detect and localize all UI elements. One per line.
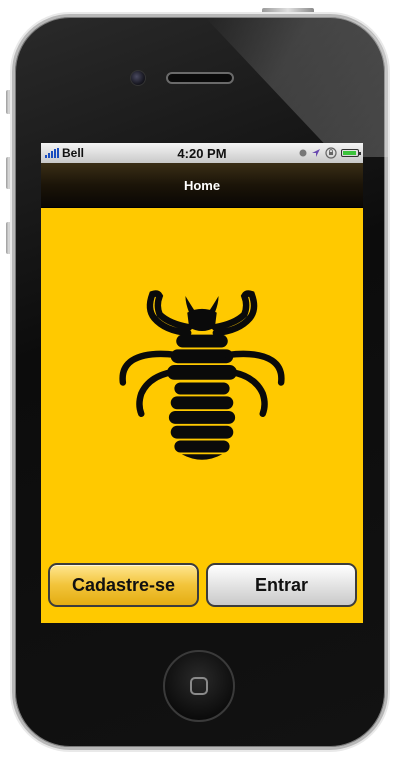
main-content: Cadastre-se Entrar (41, 208, 363, 623)
home-button[interactable] (163, 650, 235, 722)
navigation-bar: Home (41, 163, 363, 208)
home-square-icon (190, 677, 208, 695)
location-arrow-icon (311, 149, 320, 157)
register-button[interactable]: Cadastre-se (48, 563, 199, 607)
orientation-lock-icon (325, 147, 337, 159)
status-bar: Bell 4:20 PM (41, 143, 363, 163)
page-title: Home (183, 177, 221, 193)
sync-icon (299, 149, 307, 157)
battery-level-fill (342, 151, 356, 155)
phone-screen: Bell 4:20 PM Home Cadastre-se Entrar (41, 143, 363, 623)
front-camera (130, 70, 146, 86)
enter-button[interactable]: Entrar (206, 563, 357, 607)
carrier-name: Bell (62, 146, 85, 160)
earpiece-speaker (166, 72, 234, 84)
status-icons (299, 147, 361, 159)
signal-strength-icon (45, 148, 59, 158)
battery-icon (340, 149, 361, 157)
louse-icon (119, 290, 285, 460)
